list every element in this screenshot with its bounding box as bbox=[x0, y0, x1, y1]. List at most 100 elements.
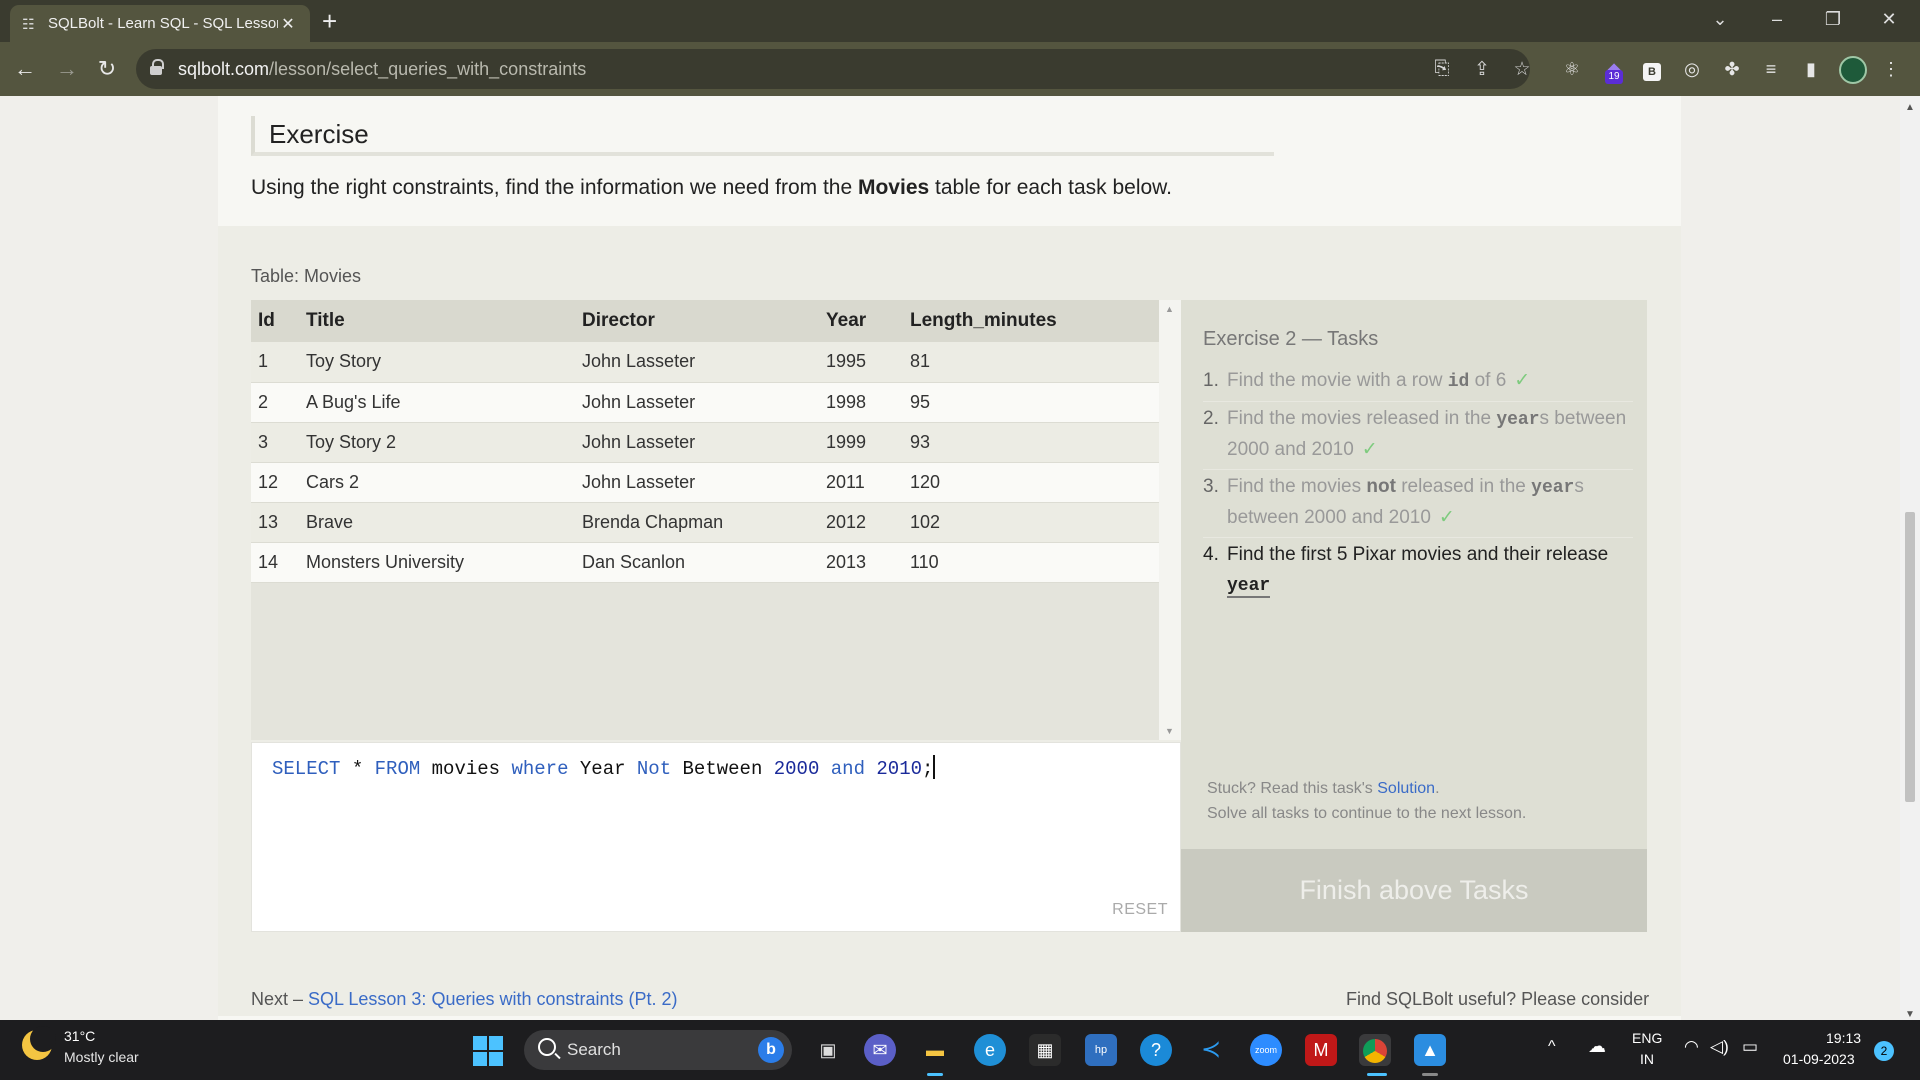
sql-token: * bbox=[340, 758, 375, 780]
finish-tasks-button[interactable]: Finish above Tasks bbox=[1181, 849, 1647, 932]
microsoft-store-icon[interactable]: ▦ bbox=[1029, 1034, 1061, 1066]
address-bar[interactable]: sqlbolt.com/lesson/select_queries_with_c… bbox=[136, 49, 1531, 89]
table-cell: 2011 bbox=[819, 462, 903, 503]
translate-icon[interactable]: ⎘ bbox=[1430, 58, 1454, 80]
table-row: 14 Monsters University Dan Scanlon 2013 … bbox=[251, 542, 1159, 583]
scroll-up-arrow-icon[interactable]: ▲ bbox=[1905, 102, 1915, 113]
close-window-button[interactable]: ✕ bbox=[1864, 0, 1914, 40]
reset-button[interactable]: RESET bbox=[1112, 901, 1168, 919]
task-text: Find the movies bbox=[1227, 476, 1367, 497]
extensions-puzzle-icon[interactable]: ✤ bbox=[1719, 56, 1745, 82]
wifi-icon[interactable]: ◠ bbox=[1684, 1037, 1699, 1057]
sql-token: Year bbox=[568, 758, 637, 780]
mcafee-icon[interactable]: M bbox=[1305, 1034, 1337, 1066]
database-icon: ☷ bbox=[22, 15, 35, 32]
weather-description[interactable]: Mostly clear bbox=[64, 1049, 139, 1065]
share-icon[interactable]: ⇪ bbox=[1470, 58, 1494, 81]
chrome-icon[interactable] bbox=[1359, 1034, 1391, 1066]
lock-icon[interactable] bbox=[150, 59, 164, 75]
table-scrollbar[interactable]: ▲ ▼ bbox=[1159, 300, 1181, 740]
task-view-icon[interactable]: ▣ bbox=[812, 1034, 844, 1066]
teams-chat-icon[interactable]: ✉ bbox=[864, 1034, 896, 1066]
table-row: 2 A Bug's Life John Lasseter 1998 95 bbox=[251, 382, 1159, 423]
table-cell: John Lasseter bbox=[575, 422, 819, 463]
extension-b-icon[interactable]: B bbox=[1643, 63, 1661, 81]
results-table: Id Title Director Year Length_minutes 1 … bbox=[251, 300, 1159, 583]
onedrive-cloud-icon[interactable]: ☁ bbox=[1588, 1036, 1606, 1057]
scroll-down-arrow-icon[interactable]: ▼ bbox=[1905, 1009, 1915, 1020]
notification-badge[interactable]: 2 bbox=[1874, 1041, 1894, 1061]
tab-sqlbolt[interactable]: ☷ SQLBolt - Learn SQL - SQL Lesson ✕ bbox=[10, 5, 310, 42]
tab-close-icon[interactable]: ✕ bbox=[278, 14, 298, 34]
side-panel-icon[interactable]: ▮ bbox=[1798, 56, 1824, 82]
restore-button[interactable]: ❐ bbox=[1808, 0, 1858, 40]
get-help-icon[interactable]: ? bbox=[1140, 1034, 1172, 1066]
tab-title: SQLBolt - Learn SQL - SQL Lesson bbox=[48, 15, 278, 32]
table-cell: 3 bbox=[251, 422, 299, 463]
target-icon[interactable]: ◎ bbox=[1679, 56, 1705, 82]
taskbar-search[interactable]: Search b bbox=[524, 1030, 792, 1070]
help-text-line: Solve all tasks to continue to the next … bbox=[1207, 805, 1527, 822]
back-arrow-icon[interactable]: ← bbox=[10, 54, 40, 84]
reload-icon[interactable]: ↻ bbox=[92, 54, 122, 84]
new-tab-button[interactable]: + bbox=[322, 6, 337, 36]
check-icon: ✓ bbox=[1361, 439, 1378, 460]
weather-temperature[interactable]: 31°C bbox=[64, 1028, 95, 1044]
react-devtools-icon[interactable]: ⚛ bbox=[1559, 56, 1585, 82]
sql-editor[interactable]: SELECT * FROM movies where Year Not Betw… bbox=[251, 742, 1181, 932]
minimize-button[interactable]: – bbox=[1752, 0, 1802, 40]
vscode-icon[interactable]: ≺ bbox=[1195, 1034, 1227, 1066]
column-header: Length_minutes bbox=[903, 300, 1159, 342]
myhp-icon[interactable]: hp bbox=[1085, 1034, 1117, 1066]
task-item-3[interactable]: 3. Find the movies not released in the y… bbox=[1203, 470, 1633, 538]
bing-icon[interactable]: b bbox=[758, 1037, 784, 1063]
task-item-1[interactable]: 1. Find the movie with a row id of 6 ✓ bbox=[1203, 364, 1633, 402]
tab-search-chevron-icon[interactable]: ⌄ bbox=[1695, 0, 1745, 40]
profile-avatar[interactable] bbox=[1839, 56, 1867, 84]
weather-moon-icon[interactable] bbox=[22, 1026, 56, 1060]
forward-arrow-icon[interactable]: → bbox=[52, 54, 82, 84]
task-item-2[interactable]: 2. Find the movies released in the years… bbox=[1203, 402, 1633, 470]
table-row: 3 Toy Story 2 John Lasseter 1999 93 bbox=[251, 422, 1159, 463]
table-cell: 93 bbox=[903, 422, 1159, 463]
scrollbar-thumb[interactable] bbox=[1905, 512, 1915, 802]
next-lesson: Next – SQL Lesson 3: Queries with constr… bbox=[251, 989, 678, 1010]
volume-icon[interactable]: ◁) bbox=[1710, 1037, 1729, 1057]
column-header: Title bbox=[299, 300, 575, 342]
browser-toolbar: ← → ↻ sqlbolt.com/lesson/select_queries_… bbox=[0, 42, 1920, 96]
table-row: 12 Cars 2 John Lasseter 2011 120 bbox=[251, 462, 1159, 503]
running-indicator bbox=[1367, 1073, 1387, 1076]
show-hidden-icons-chevron[interactable]: ^ bbox=[1548, 1038, 1556, 1056]
edge-icon[interactable]: e bbox=[974, 1034, 1006, 1066]
task-number: 1. bbox=[1203, 370, 1219, 391]
file-explorer-icon[interactable]: ▬ bbox=[919, 1034, 951, 1066]
region-code[interactable]: IN bbox=[1640, 1051, 1654, 1067]
scroll-down-arrow-icon[interactable]: ▼ bbox=[1165, 726, 1174, 736]
media-queue-icon[interactable]: ≡ bbox=[1758, 56, 1784, 82]
windows-taskbar: 31°C Mostly clear Search b ▣ ✉ ▬ e ▦ hp … bbox=[0, 1020, 1920, 1080]
menu-kebab-icon[interactable]: ⋮ bbox=[1878, 56, 1904, 82]
battery-icon[interactable]: ▭ bbox=[1742, 1037, 1758, 1057]
start-button[interactable] bbox=[473, 1036, 503, 1066]
clock-time[interactable]: 19:13 bbox=[1826, 1030, 1861, 1046]
table-cell: A Bug's Life bbox=[299, 382, 575, 423]
sql-token: SELECT bbox=[272, 758, 341, 780]
windows-logo-icon bbox=[489, 1036, 503, 1050]
help-text-line: Stuck? Read this task's bbox=[1207, 780, 1378, 797]
bookmark-star-icon[interactable]: ☆ bbox=[1510, 58, 1534, 81]
solution-link[interactable]: Solution bbox=[1377, 780, 1435, 797]
search-label: Search bbox=[567, 1040, 621, 1059]
task-text: Find the movies released in the bbox=[1227, 408, 1497, 429]
clock-date[interactable]: 01-09-2023 bbox=[1783, 1051, 1855, 1067]
sql-query-text[interactable]: SELECT * FROM movies where Year Not Betw… bbox=[272, 755, 936, 780]
search-icon bbox=[538, 1038, 556, 1056]
page-scrollbar[interactable]: ▲ ▼ bbox=[1900, 96, 1920, 1020]
help-text-period: . bbox=[1435, 780, 1440, 797]
zoom-icon[interactable]: zoom bbox=[1250, 1034, 1282, 1066]
tab-strip: ☷ SQLBolt - Learn SQL - SQL Lesson ✕ + ⌄… bbox=[0, 0, 1920, 42]
scroll-up-arrow-icon[interactable]: ▲ bbox=[1165, 304, 1174, 314]
photos-icon[interactable]: ▲ bbox=[1414, 1034, 1446, 1066]
language-code[interactable]: ENG bbox=[1632, 1030, 1662, 1046]
task-item-4[interactable]: 4. Find the first 5 Pixar movies and the… bbox=[1203, 538, 1633, 605]
next-lesson-link[interactable]: SQL Lesson 3: Queries with constraints (… bbox=[308, 989, 678, 1009]
